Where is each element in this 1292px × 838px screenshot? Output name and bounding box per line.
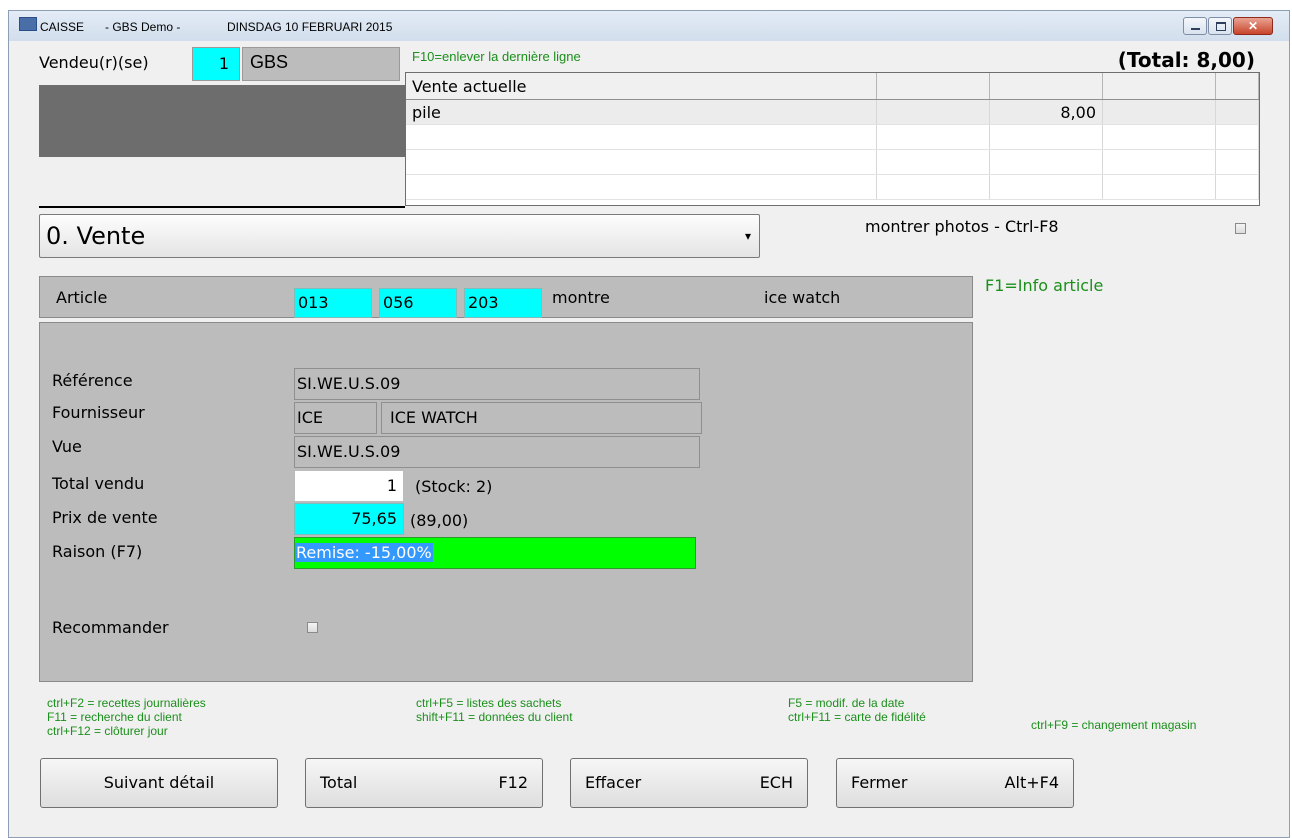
hint-change-store: ctrl+F9 = changement magasin	[1031, 718, 1197, 732]
recommend-label: Recommander	[52, 618, 169, 637]
grid-header-col4	[1102, 73, 1216, 100]
close-window-button[interactable]: ✕	[1233, 17, 1273, 35]
close-button-key: Alt+F4	[1004, 773, 1059, 792]
close-button-label: Fermer	[851, 773, 908, 792]
hint-close-day: ctrl+F12 = clôturer jour	[47, 724, 168, 738]
cash-register-window: CAISSE - GBS Demo - DINSDAG 10 FEBRUARI …	[8, 10, 1290, 838]
price-label: Prix de vente	[52, 508, 158, 527]
show-photos-checkbox[interactable]	[1235, 223, 1246, 234]
grid-header-sale: Vente actuelle	[406, 73, 877, 100]
vendeur-label: Vendeu(r)(se)	[39, 53, 149, 72]
row-amount: 8,00	[989, 99, 1103, 125]
hint-loyalty-card: ctrl+F11 = carte de fidélité	[788, 710, 926, 724]
close-icon: ✕	[1247, 19, 1259, 33]
stock-info: (Stock: 2)	[415, 477, 493, 496]
current-sale-grid[interactable]: Vente actuelle pile 8,00	[405, 72, 1260, 206]
reference-label: Référence	[52, 371, 133, 390]
hint-daily-receipts: ctrl+F2 = recettes journalières	[47, 696, 206, 710]
reason-value: Remise: -15,00%	[295, 543, 433, 562]
category-dropdown[interactable]: 0. Vente ▾	[39, 214, 760, 258]
supplier-name-field[interactable]: ICE WATCH	[381, 402, 702, 434]
reason-input[interactable]: Remise: -15,00%	[294, 537, 696, 569]
show-photos-label: montrer photos - Ctrl-F8	[865, 217, 1059, 236]
close-button[interactable]: Fermer Alt+F4	[836, 758, 1074, 808]
erase-button-label: Effacer	[585, 773, 642, 792]
window-title-app: CAISSE	[40, 20, 85, 34]
hints-column-2: ctrl+F5 = listes des sachets shift+F11 =…	[416, 696, 573, 724]
supplier-label: Fournisseur	[52, 403, 145, 422]
hints-column-4: ctrl+F9 = changement magasin	[1031, 718, 1196, 732]
hint-customer-data: shift+F11 = données du client	[416, 710, 573, 724]
price-input[interactable]: 75,65	[294, 503, 404, 535]
category-selected: 0. Vente	[46, 222, 146, 250]
article-bar: Article 013 056 203 montre ice watch	[39, 276, 973, 318]
article-code2-input[interactable]: 056	[379, 288, 457, 318]
total-button-label: Total	[320, 773, 358, 792]
sale-total: (Total: 8,00)	[1117, 48, 1255, 72]
title-bar: CAISSE - GBS Demo - DINSDAG 10 FEBRUARI …	[9, 11, 1289, 41]
total-button[interactable]: Total F12	[305, 758, 543, 808]
total-button-key: F12	[498, 773, 528, 792]
f10-hint: F10=enlever la dernière ligne	[412, 49, 581, 64]
total-sold-input[interactable]: 1	[294, 470, 404, 502]
next-detail-label: Suivant détail	[103, 773, 215, 792]
maximize-button[interactable]	[1208, 17, 1232, 35]
original-price: (89,00)	[410, 511, 469, 530]
table-row[interactable]	[406, 124, 1259, 150]
table-row[interactable]	[406, 149, 1259, 175]
f1-info-hint: F1=Info article	[985, 276, 1104, 295]
article-label: Article	[56, 288, 108, 307]
vendeur-number-field[interactable]: 1	[192, 47, 240, 81]
vendeur-name-field: GBS	[242, 47, 400, 81]
hints-column-3: F5 = modif. de la date ctrl+F11 = carte …	[788, 696, 926, 724]
hint-change-date: F5 = modif. de la date	[788, 696, 905, 710]
sale-table: Vente actuelle pile 8,00	[406, 73, 1259, 200]
window-title-date: DINSDAG 10 FEBRUARI 2015	[227, 20, 393, 34]
view-label: Vue	[52, 437, 82, 456]
hint-bag-lists: ctrl+F5 = listes des sachets	[416, 696, 562, 710]
minimize-button[interactable]	[1183, 17, 1207, 35]
window-title-company: - GBS Demo -	[105, 20, 181, 34]
next-detail-button[interactable]: Suivant détail	[40, 758, 278, 808]
article-detail-panel: Référence SI.WE.U.S.09 Fournisseur ICE I…	[39, 322, 973, 682]
chevron-down-icon: ▾	[744, 229, 751, 243]
article-type: montre	[552, 288, 610, 307]
supplier-code-field[interactable]: ICE	[294, 402, 377, 434]
reason-label: Raison (F7)	[52, 542, 143, 561]
hint-customer-search: F11 = recherche du client	[47, 710, 182, 724]
reference-field[interactable]: SI.WE.U.S.09	[294, 368, 700, 400]
article-code3-input[interactable]: 203	[464, 288, 542, 318]
row-item: pile	[406, 99, 877, 125]
erase-button[interactable]: Effacer ECH	[570, 758, 808, 808]
divider	[39, 206, 405, 208]
customer-panel	[39, 85, 405, 157]
table-row[interactable]: pile 8,00	[406, 99, 1259, 125]
view-field[interactable]: SI.WE.U.S.09	[294, 436, 700, 468]
article-brand: ice watch	[764, 288, 841, 307]
article-code1-input[interactable]: 013	[294, 288, 372, 318]
total-sold-label: Total vendu	[52, 474, 145, 493]
recommend-checkbox[interactable]	[307, 622, 318, 633]
grid-header-col5	[1215, 73, 1259, 100]
grid-header-col2	[876, 73, 990, 100]
app-icon	[19, 17, 37, 31]
grid-header-col3	[989, 73, 1103, 100]
erase-button-key: ECH	[759, 773, 793, 792]
table-row[interactable]	[406, 174, 1259, 200]
hints-column-1: ctrl+F2 = recettes journalières F11 = re…	[47, 696, 206, 738]
